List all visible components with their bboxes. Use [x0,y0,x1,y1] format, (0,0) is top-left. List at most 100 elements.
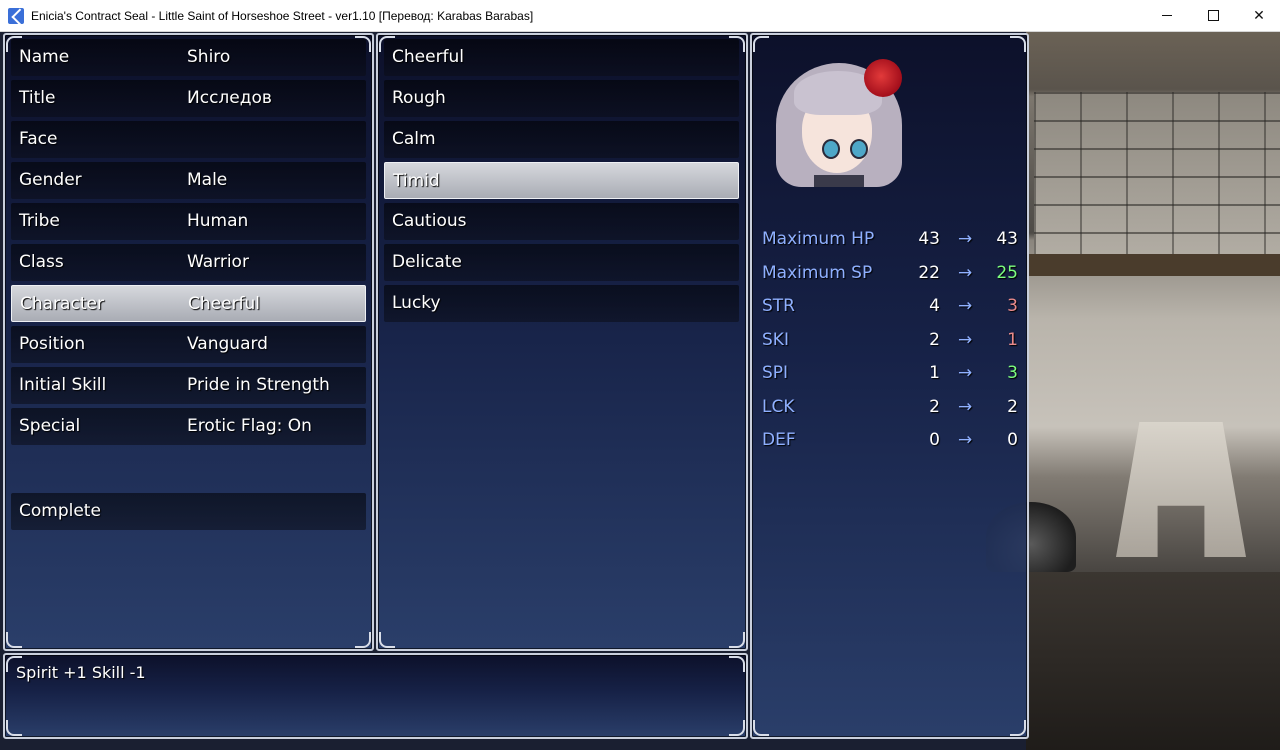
stat-current: 2 [929,329,940,350]
attribute-value: Human [187,211,249,231]
attribute-row-face[interactable]: Face [11,121,366,158]
stat-current: 0 [929,430,940,450]
option-label: Rough [392,88,446,108]
panel-corner-ornament [6,720,22,736]
attribute-key: Position [19,334,86,354]
character-portrait [772,53,906,187]
stat-label: SPI [762,363,789,383]
panel-corner-ornament [729,720,745,736]
stat-current: 22 [918,262,940,283]
stat-label: STR [762,296,795,316]
minimize-button[interactable] [1144,0,1190,31]
attribute-row-tribe[interactable]: Tribe Human [11,203,366,240]
attribute-row-initial-skill[interactable]: Initial Skill Pride in Strength [11,367,366,404]
background-room-art [986,32,1280,750]
option-label: Cheerful [392,47,465,67]
help-panel: Spirit +1 Skill -1 [3,653,748,739]
status-panel: Maximum HP 43 → 43 Maximum SP 22 → 25 STR 4 → 3 S… [750,33,1029,739]
arrow-right-icon: → [958,363,973,383]
attribute-row-special[interactable]: Special Erotic Flag: On [11,408,366,445]
attribute-value: Shiro [187,47,231,67]
option-label: Delicate [392,252,462,272]
stat-current: 1 [929,363,940,383]
stat-next: 25 [996,262,1018,283]
attribute-key: Name [19,47,70,67]
attribute-key: Tribe [19,211,60,231]
background-counter [1026,572,1280,750]
stat-current: 4 [929,296,940,316]
stat-label: Maximum SP [762,262,873,283]
stat-label: DEF [762,430,796,450]
background-shelf [1026,254,1280,276]
attribute-key: Initial Skill [19,375,107,395]
panel-corner-ornament [729,632,745,648]
attribute-row-position[interactable]: Position Vanguard [11,326,366,363]
arrow-right-icon: → [958,296,973,316]
stat-row-ski: SKI 2 → 1 [762,330,1018,364]
attribute-value: Erotic Flag: On [187,416,312,436]
attribute-key: Gender [19,170,82,190]
attribute-row-class[interactable]: Class Warrior [11,244,366,281]
complete-label: Complete [19,501,101,521]
option-rough[interactable]: Rough [384,80,739,117]
attribute-list: Name Shiro Title Исследов Face Gender Male … [11,39,366,449]
attribute-key: Face [19,129,58,149]
attribute-key: Class [19,252,64,272]
attribute-key: Title [19,88,56,108]
option-lucky[interactable]: Lucky [384,285,739,322]
stat-next: 2 [1007,396,1018,417]
stat-row-max-hp: Maximum HP 43 → 43 [762,229,1018,263]
panel-corner-ornament [355,632,371,648]
stat-label: Maximum HP [762,229,875,249]
maximize-button[interactable] [1190,0,1236,31]
attribute-key: Character [20,294,104,314]
panel-corner-ornament [1010,720,1026,736]
stat-next: 43 [996,229,1018,249]
minimize-icon [1162,15,1172,16]
app-icon [8,7,24,24]
arrow-right-icon: → [958,430,973,450]
panel-corner-ornament [1010,36,1026,52]
arrow-right-icon: → [958,329,973,350]
maximize-icon [1207,10,1219,21]
arrow-right-icon: → [958,229,973,249]
attribute-row-title[interactable]: Title Исследов [11,80,366,117]
panel-corner-ornament [6,632,22,648]
panel-corner-ornament [753,720,769,736]
stat-row-str: STR 4 → 3 [762,296,1018,330]
option-cautious[interactable]: Cautious [384,203,739,240]
stat-next: 1 [1007,329,1018,350]
close-icon: ✕ [1253,7,1265,24]
option-label: Cautious [392,211,467,231]
arrow-right-icon: → [958,262,973,283]
close-button[interactable]: ✕ [1236,0,1280,31]
attribute-value: Исследов [187,88,272,108]
character-option-panel: Cheerful Rough Calm Timid Cautious Delic… [376,33,748,651]
rose-hair-ornament [864,59,902,97]
attribute-row-gender[interactable]: Gender Male [11,162,366,199]
character-option-list: Cheerful Rough Calm Timid Cautious Delic… [384,39,739,326]
attribute-key: Special [19,416,81,436]
attribute-value: Vanguard [187,334,268,354]
option-timid[interactable]: Timid [384,162,739,199]
complete-button[interactable]: Complete [11,493,366,530]
panel-corner-ornament [729,656,745,672]
option-label: Lucky [392,293,441,313]
panel-corner-ornament [379,632,395,648]
attribute-value: Warrior [187,252,249,272]
stat-current: 43 [918,229,940,249]
stat-list: Maximum HP 43 → 43 Maximum SP 22 → 25 STR 4 → 3 S… [762,229,1018,464]
attribute-row-name[interactable]: Name Shiro [11,39,366,76]
stat-label: LCK [762,396,795,417]
stat-row-max-sp: Maximum SP 22 → 25 [762,263,1018,297]
option-cheerful[interactable]: Cheerful [384,39,739,76]
attribute-value: Male [187,170,228,190]
arrow-right-icon: → [958,396,973,417]
background-brick-wall [1034,92,1280,262]
option-delicate[interactable]: Delicate [384,244,739,281]
stat-row-def: DEF 0 → 0 [762,430,1018,464]
option-calm[interactable]: Calm [384,121,739,158]
background-sign [1116,422,1246,557]
attribute-row-character[interactable]: Character Cheerful [11,285,366,322]
help-text: Spirit +1 Skill -1 [16,663,146,682]
